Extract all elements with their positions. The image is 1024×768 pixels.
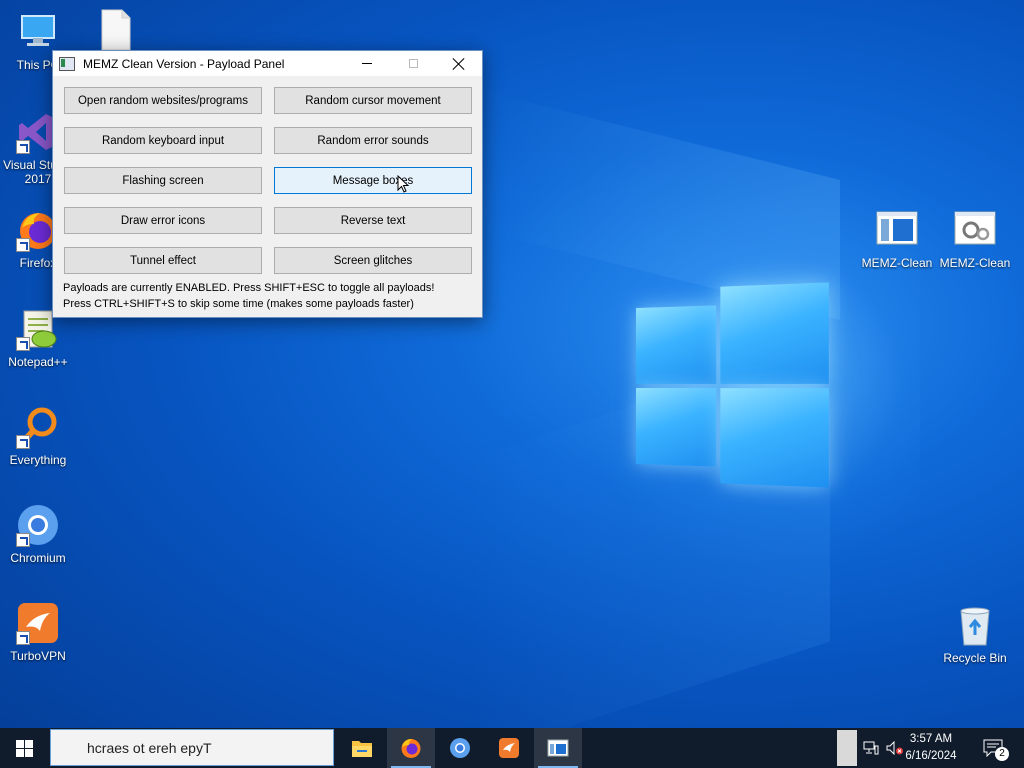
file-explorer-icon <box>352 741 372 757</box>
turbovpn-icon <box>16 601 60 645</box>
computer-icon <box>16 10 60 54</box>
magnifier-icon <box>16 405 60 449</box>
status-line-skip-time: Press CTRL+SHIFT+S to skip some time (ma… <box>63 298 414 310</box>
taskbar: hcraes ot ereh epyT 3:57 AM 6/16/2024 2 <box>0 728 1024 768</box>
chromium-icon <box>16 503 60 547</box>
firefox-icon <box>401 739 421 758</box>
memz-window-icon <box>875 208 919 252</box>
clock-time: 3:57 AM <box>909 733 953 745</box>
payload-cursor-movement-button[interactable]: Random cursor movement <box>274 87 472 114</box>
tray-overflow-block <box>837 730 857 766</box>
desktop-icon-label: MEMZ-Clean <box>939 256 1011 270</box>
memz-settings-icon <box>953 208 997 252</box>
maximize-button[interactable] <box>390 51 436 76</box>
clock-date: 6/16/2024 <box>905 750 957 762</box>
desktop-icon-label: MEMZ-Clean <box>861 256 933 270</box>
taskbar-search-box[interactable]: hcraes ot ereh epyT <box>50 729 334 766</box>
payload-tunnel-effect-button[interactable]: Tunnel effect <box>64 247 262 274</box>
desktop-icon-label: Chromium <box>10 551 66 565</box>
desktop-icon-label: Everything <box>9 453 67 467</box>
desktop-icon-label: Notepad++ <box>8 355 68 369</box>
close-button[interactable] <box>436 51 482 76</box>
payload-error-sounds-button[interactable]: Random error sounds <box>274 127 472 154</box>
search-placeholder: hcraes ot ereh epyT <box>87 739 212 756</box>
notification-count-badge: 2 <box>995 747 1009 761</box>
windows-logo-wallpaper <box>636 282 833 488</box>
desktop-icon-turbovpn[interactable]: TurboVPN <box>0 601 76 663</box>
chromium-icon <box>450 738 470 758</box>
desktop-icon-label: TurboVPN <box>10 649 66 663</box>
window-title: MEMZ Clean Version - Payload Panel <box>83 56 285 71</box>
taskbar-turbovpn[interactable] <box>485 728 533 768</box>
desktop-icon-label: Recycle Bin <box>943 651 1007 665</box>
payload-keyboard-input-button[interactable]: Random keyboard input <box>64 127 262 154</box>
network-button[interactable] <box>860 728 882 768</box>
payload-message-boxes-button[interactable]: Message boxes <box>274 167 472 194</box>
taskbar-file-explorer[interactable] <box>338 728 386 768</box>
memz-icon <box>547 739 569 757</box>
payload-screen-glitches-button[interactable]: Screen glitches <box>274 247 472 274</box>
close-icon <box>453 58 465 70</box>
desktop-icon-memz-clean-1[interactable]: MEMZ-Clean <box>859 208 935 270</box>
payload-open-websites-button[interactable]: Open random websites/programs <box>64 87 262 114</box>
minimize-icon <box>362 63 372 64</box>
recycle-bin-icon <box>953 603 997 647</box>
app-icon <box>59 56 75 71</box>
maximize-icon <box>408 59 418 68</box>
mouse-cursor-icon <box>397 175 409 193</box>
status-line-enabled: Payloads are currently ENABLED. Press SH… <box>63 282 435 294</box>
windows-start-icon <box>15 739 33 757</box>
desktop-icon-chromium[interactable]: Chromium <box>0 503 76 565</box>
show-hidden-icons-area[interactable] <box>836 728 858 768</box>
taskbar-firefox[interactable] <box>387 728 435 768</box>
taskbar-clock[interactable]: 3:57 AM 6/16/2024 <box>896 731 966 765</box>
window-titlebar[interactable]: MEMZ Clean Version - Payload Panel <box>53 51 482 76</box>
desktop-icon-recycle-bin[interactable]: Recycle Bin <box>937 603 1013 665</box>
payload-flashing-screen-button[interactable]: Flashing screen <box>64 167 262 194</box>
payload-error-icons-button[interactable]: Draw error icons <box>64 207 262 234</box>
file-icon[interactable] <box>98 8 134 52</box>
minimize-button[interactable] <box>344 51 390 76</box>
taskbar-memz[interactable] <box>534 728 582 768</box>
memz-payload-panel-window[interactable]: MEMZ Clean Version - Payload Panel Open … <box>52 50 483 318</box>
network-icon <box>863 741 879 755</box>
payload-reverse-text-button[interactable]: Reverse text <box>274 207 472 234</box>
start-button[interactable] <box>0 728 48 768</box>
turbovpn-icon <box>499 738 519 758</box>
desktop-icon-everything[interactable]: Everything <box>0 405 76 467</box>
notifications-icon: 2 <box>983 739 1009 761</box>
taskbar-chromium[interactable] <box>436 728 484 768</box>
desktop-icon-memz-clean-2[interactable]: MEMZ-Clean <box>937 208 1013 270</box>
action-center-button[interactable]: 2 <box>978 728 1009 768</box>
